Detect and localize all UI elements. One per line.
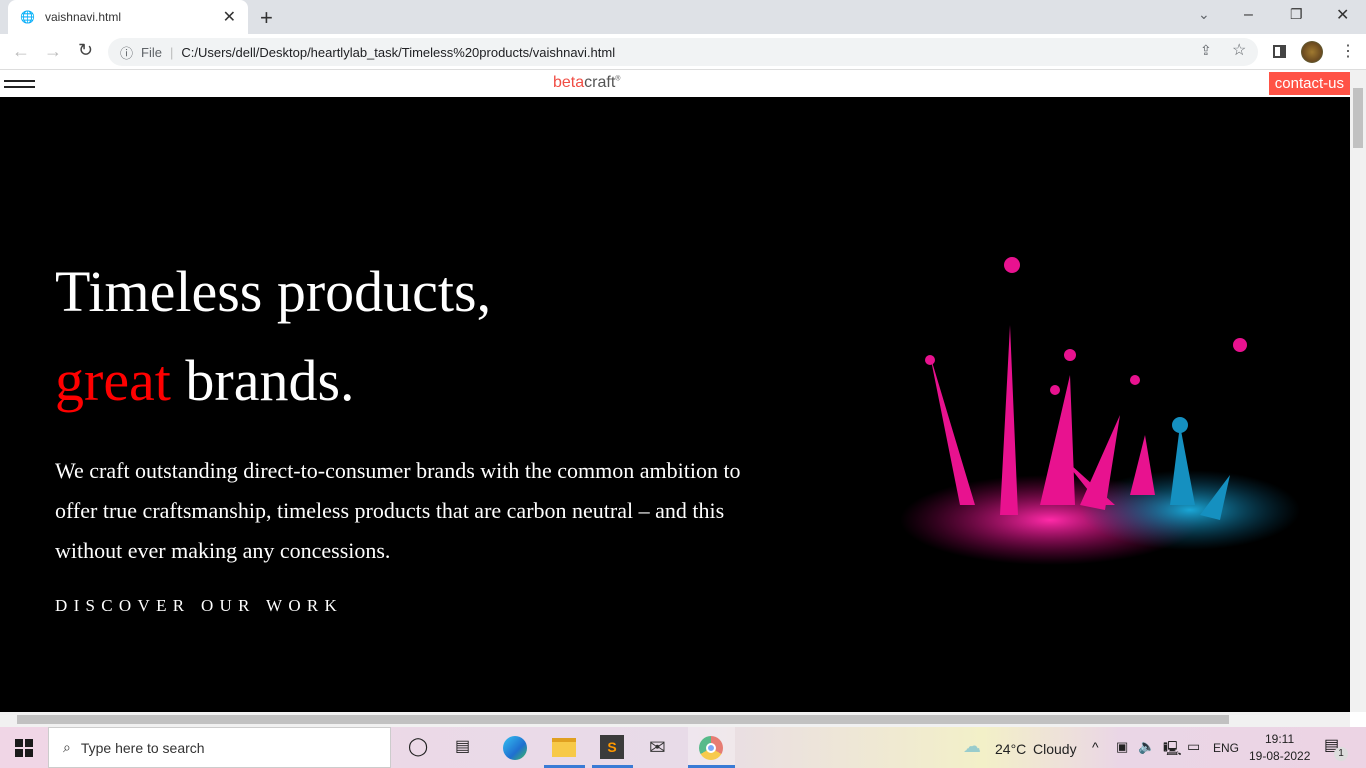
tab-search-icon[interactable]: ⌄ [1198, 6, 1210, 23]
horizontal-scroll-thumb[interactable] [17, 715, 1229, 724]
weather-text[interactable]: Cloudy [1033, 741, 1077, 757]
windows-start-icon[interactable] [15, 739, 33, 757]
globe-icon: 🌐 [20, 10, 35, 24]
tab-strip: 🌐 vaishnavi.html ✕ + ⌄ – ❐ ✕ [0, 0, 1366, 34]
close-tab-icon[interactable]: ✕ [223, 7, 236, 27]
battery-icon[interactable]: ▭ [1187, 738, 1200, 755]
language-indicator[interactable]: ENG [1213, 741, 1239, 755]
address-bar[interactable]: ⓘ File | C:/Users/dell/Desktop/heartlyla… [108, 38, 1258, 66]
site-navbar: betacraft® contact-us [0, 70, 1350, 97]
task-view-icon[interactable]: ◯ [408, 736, 428, 757]
mail-icon[interactable]: ✉ [649, 735, 666, 760]
headline-line-2: great brands. [55, 347, 355, 414]
notification-count: 1 [1334, 747, 1348, 761]
sublime-text-icon[interactable]: S [600, 735, 624, 759]
info-icon: ⓘ [120, 45, 134, 61]
new-tab-icon[interactable]: + [260, 5, 273, 31]
file-explorer-icon[interactable] [552, 738, 576, 757]
paint-splash-image [900, 257, 1300, 565]
reload-icon[interactable]: ↻ [78, 40, 93, 61]
back-icon[interactable]: ← [12, 41, 30, 62]
menu-kebab-icon[interactable]: ⋮ [1340, 41, 1356, 61]
clock-time[interactable]: 19:11 [1265, 732, 1294, 746]
logo-beta: beta [553, 74, 585, 91]
forward-icon[interactable]: → [44, 41, 62, 62]
browser-tab[interactable]: 🌐 vaishnavi.html ✕ [8, 0, 248, 34]
show-hidden-icons-chevron[interactable]: ^ [1092, 739, 1099, 755]
logo-craft: craft [584, 74, 616, 91]
share-icon[interactable]: ⇪ [1200, 42, 1212, 59]
headline-line-1: Timeless products, [55, 259, 492, 324]
logo-mark: ® [615, 75, 621, 83]
cloudy-weather-icon: ☁ [963, 736, 981, 756]
clock-date[interactable]: 19-08-2022 [1249, 749, 1310, 763]
headline-accent: great [55, 348, 171, 413]
edge-icon[interactable] [503, 736, 527, 760]
side-panel-icon[interactable] [1273, 45, 1286, 58]
hamburger-menu-icon[interactable] [4, 80, 35, 88]
taskbar-search-box[interactable]: ⌕ Type here to search [48, 727, 391, 768]
horizontal-scrollbar[interactable] [0, 712, 1350, 727]
contact-us-button[interactable]: contact-us [1268, 72, 1350, 95]
url-text: C:/Users/dell/Desktop/heartlylab_task/Ti… [181, 44, 616, 60]
address-toolbar: ← → ↻ ⓘ File | C:/Users/dell/Desktop/hea… [0, 34, 1366, 70]
web-page: betacraft® contact-us Timeless products,… [0, 70, 1350, 712]
meet-now-icon[interactable]: ▣ [1116, 739, 1128, 755]
weather-temp[interactable]: 24°C [995, 741, 1026, 757]
hero-paragraph: We craft outstanding direct-to-consumer … [55, 458, 741, 563]
scheme-label: File [141, 44, 162, 60]
search-icon: ⌕ [63, 739, 71, 755]
volume-icon[interactable]: 🔈 [1138, 738, 1155, 755]
minimize-icon[interactable]: – [1244, 6, 1253, 24]
network-icon[interactable]: 🖳 [1163, 738, 1182, 762]
search-placeholder: Type here to search [80, 739, 205, 756]
windows-taskbar: ⌕ Type here to search ◯ ▤ S ✉ ☁ 24°C Clo… [0, 727, 1366, 768]
vertical-scroll-thumb[interactable] [1353, 88, 1363, 148]
headline-rest: brands. [170, 348, 355, 413]
tab-title: vaishnavi.html [44, 10, 121, 24]
vertical-scrollbar[interactable] [1350, 70, 1366, 712]
close-window-icon[interactable]: ✕ [1336, 5, 1349, 25]
restore-icon[interactable]: ❐ [1290, 6, 1303, 23]
widgets-icon[interactable]: ▤ [455, 736, 470, 756]
bookmark-star-icon[interactable]: ☆ [1232, 40, 1246, 60]
discover-our-work-link[interactable]: DISCOVER OUR WORK [55, 596, 343, 616]
profile-avatar[interactable] [1301, 41, 1323, 63]
betacraft-logo[interactable]: betacraft® [553, 74, 620, 92]
